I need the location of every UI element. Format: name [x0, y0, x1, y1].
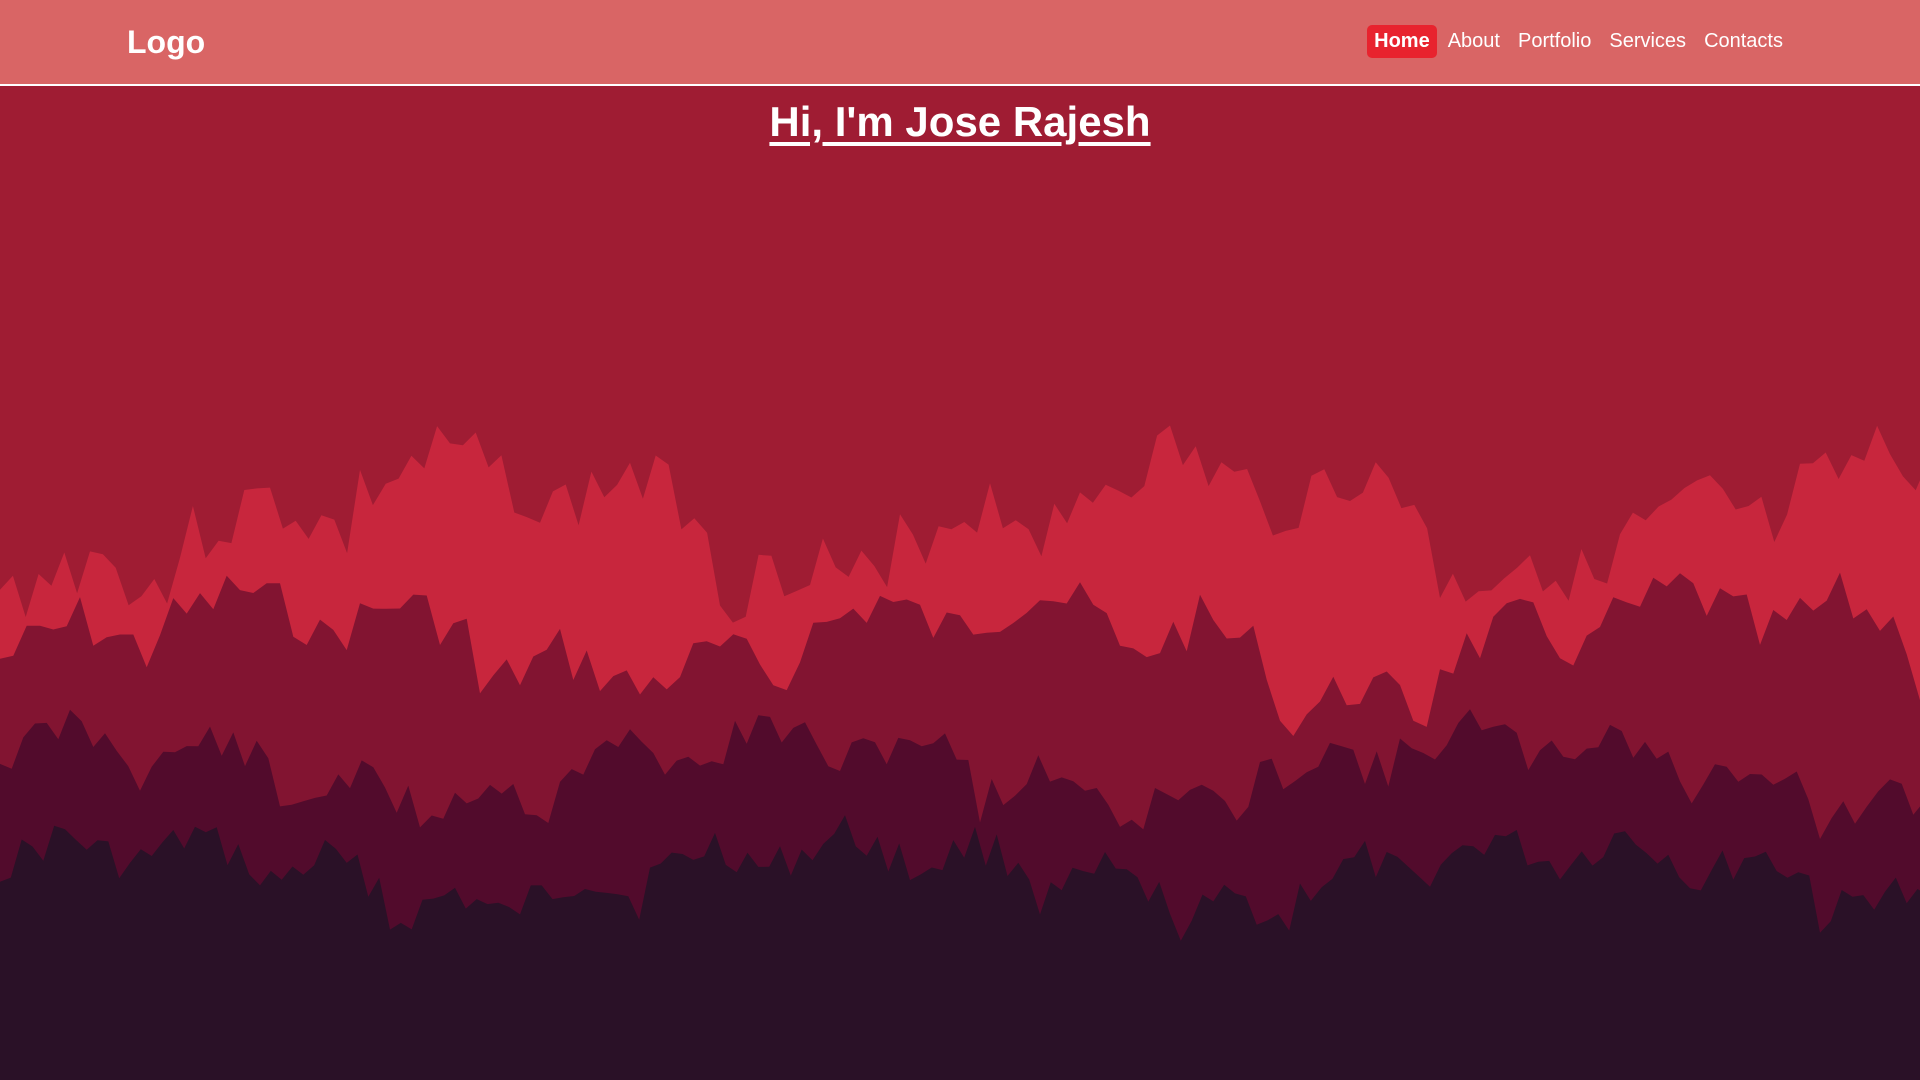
nav-link-services[interactable]: Services [1602, 25, 1693, 58]
nav-links: Home About Portfolio Services Contacts [1363, 25, 1790, 58]
navbar: Logo Home About Portfolio Services Conta… [0, 0, 1920, 86]
nav-link-portfolio[interactable]: Portfolio [1511, 25, 1598, 58]
page: Logo Home About Portfolio Services Conta… [0, 0, 1920, 1080]
nav-link-contacts[interactable]: Contacts [1697, 25, 1790, 58]
logo-link[interactable]: Logo [127, 22, 205, 62]
hero-title: Hi, I'm Jose Rajesh [769, 98, 1151, 145]
nav-link-about[interactable]: About [1441, 25, 1507, 58]
forest-background-illustration [0, 425, 1920, 1080]
nav-link-home[interactable]: Home [1367, 25, 1437, 58]
